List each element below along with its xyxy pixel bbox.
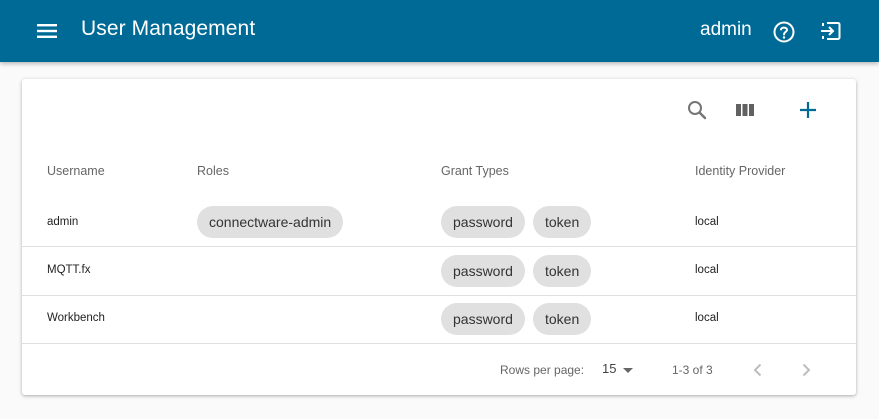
page-title: User Management [81, 17, 256, 40]
previous-page-button[interactable] [746, 358, 770, 382]
table-row[interactable]: Workbench password token local [22, 295, 856, 344]
grant-type-chip: token [533, 206, 592, 238]
chevron-right-icon [802, 363, 811, 377]
view-columns-button[interactable] [731, 96, 759, 124]
username-cell: admin [47, 216, 79, 228]
role-chip: connectware-admin [197, 206, 344, 238]
pagination-range: 1-3 of 3 [672, 363, 713, 377]
rows-per-page-value: 15 [602, 361, 617, 376]
logout-icon [821, 22, 841, 40]
grant-type-chip: token [533, 303, 592, 335]
username-cell: MQTT.fx [47, 264, 91, 276]
search-icon [688, 101, 707, 120]
help-button[interactable] [771, 19, 797, 45]
grant-type-chip: password [441, 303, 525, 335]
logout-button[interactable] [818, 18, 844, 44]
column-header-roles[interactable]: Roles [197, 164, 229, 178]
identity-provider-cell: local [695, 216, 719, 228]
rows-per-page-select[interactable]: 15 [602, 361, 638, 381]
view-columns-icon [736, 104, 754, 116]
grant-type-chip: password [441, 255, 525, 287]
table-row[interactable]: MQTT.fx password token local [22, 247, 856, 296]
username-cell: Workbench [47, 312, 105, 324]
menu-icon [37, 24, 57, 38]
dropdown-caret-icon [623, 368, 633, 373]
identity-provider-cell: local [695, 264, 719, 276]
column-header-username[interactable]: Username [47, 164, 105, 178]
rows-per-page-label: Rows per page: [500, 363, 585, 377]
add-user-button[interactable] [794, 96, 822, 124]
search-button[interactable] [683, 96, 711, 124]
users-table-card: Username Roles Grant Types Identity Prov… [22, 79, 856, 395]
help-circle-icon [773, 21, 795, 43]
grant-type-chip: password [441, 206, 525, 238]
column-header-identity-provider[interactable]: Identity Provider [695, 164, 785, 178]
table-row[interactable]: admin connectware-admin password token l… [22, 198, 856, 247]
grant-type-chip: token [533, 255, 592, 287]
current-user-label[interactable]: admin [700, 19, 752, 41]
menu-button[interactable] [34, 19, 60, 43]
app-bar: User Management admin [0, 0, 879, 62]
next-page-button[interactable] [794, 358, 818, 382]
chevron-left-icon [753, 363, 762, 377]
column-header-grant-types[interactable]: Grant Types [441, 164, 509, 178]
identity-provider-cell: local [695, 312, 719, 324]
add-icon [800, 102, 816, 118]
